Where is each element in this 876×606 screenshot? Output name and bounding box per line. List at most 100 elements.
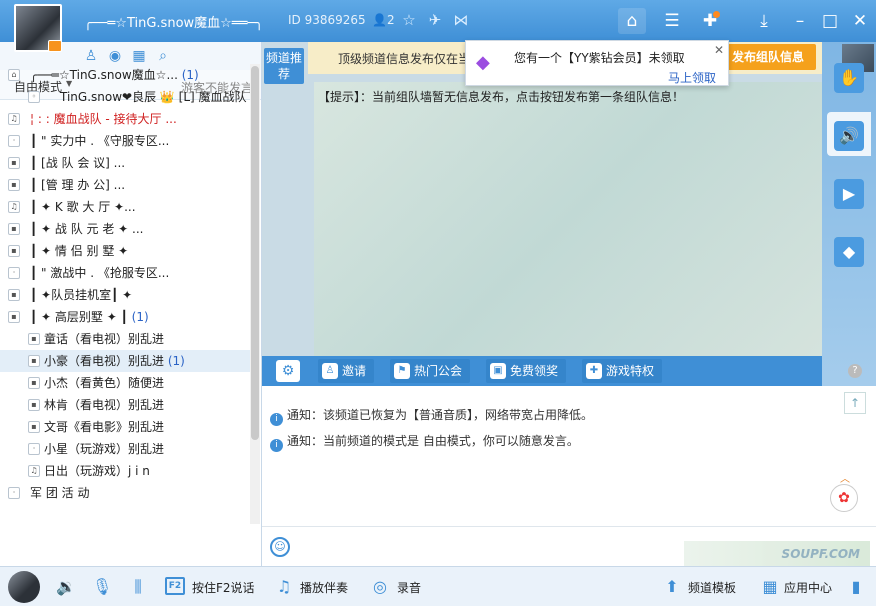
channel-name: 文哥《看电影》别乱进 [44,416,164,438]
gamepad-icon[interactable]: ✚ [696,8,724,34]
gamepad-icon: ✚ [586,363,602,379]
sound-button[interactable]: 🔊 [827,112,871,156]
invite-button[interactable]: ♙ 邀请 [318,359,375,383]
channel-name: ┃ ✦ 高层别墅 ✦ ┃ (1) [30,306,149,328]
team-board: 【提示】：当前组队墙暂无信息发布，点击按钮发布第一条组队信息！ [314,82,822,356]
action-toolbar: ⚙ ♙ 邀请 ⚑ 热门公会 ▣ 免费领奖 ✚ 游戏特权 [262,356,822,386]
channel-row[interactable]: ▪ ┃ [管 理 办 公] ... [0,174,250,196]
channel-row[interactable]: ♫ ¦ : : 魔血战队 - 接待大厅 ... [0,108,250,130]
info-icon: i [270,413,283,426]
channel-name-text: ┃ ✦ K 歌 大 厅 ✦... [30,200,136,214]
app-center-button[interactable]: 应用中心 [784,579,832,596]
download-icon[interactable]: ⤓ [750,8,778,34]
gem-icon: ◆ [834,237,864,267]
microphone-icon[interactable]: 🎙 [92,577,112,597]
diamond-icon: ◆ [476,52,490,73]
play-accompaniment-button[interactable]: 播放伴奏 [300,579,348,596]
channel-row[interactable]: ▪ ┃ ✦队员挂机室┃ ✦ [0,284,250,306]
chevron-up-icon[interactable]: ︿ [840,470,850,485]
channel-row[interactable]: ▪ 林肯（看电视）别乱进 [0,394,250,416]
channel-row[interactable]: · ┃ " 实力中 . 《守服专区... [0,130,250,152]
list-icon[interactable]: ☰ [658,8,686,34]
claim-link[interactable]: 马上领取 [668,69,716,86]
video-button[interactable]: ▶ [827,170,871,214]
user-name: ╭──═☆TinG.snow魔血☆══─╮ [84,16,264,31]
channel-row[interactable]: ▪ ┃ ✦ 战 队 元 老 ✦ ... [0,218,250,240]
flower-icon[interactable]: ✿ [830,484,858,512]
notice-text: 通知：当前频道的模式是 自由模式，你可以随意发言。 [287,434,579,448]
channel-name: ┃ ✦ 战 队 元 老 ✦ ... [30,218,143,240]
channel-lock-icon: ▪ [8,223,20,235]
channel-row[interactable]: ▪ 小杰（看黄色）随便进 [0,372,250,394]
speaker-icon[interactable]: 🔉 [56,577,76,597]
publish-team-button[interactable]: 发布组队信息 [720,44,816,70]
search-icon[interactable]: ⌕ [154,47,172,65]
handshake-button[interactable]: ✋ [827,54,871,98]
popup-message: 您有一个【YY紫钻会员】未领取 [514,51,685,65]
channel-name-text: ┃ ✦队员挂机室┃ ✦ [30,288,133,302]
hot-guild-button[interactable]: ⚑ 热门公会 [390,359,471,383]
channel-row[interactable]: ♫ ┃ ✦ K 歌 大 厅 ✦... [0,196,250,218]
channel-row[interactable]: · 小星（玩游戏）别乱进 [0,438,250,460]
notification-dot [713,11,720,18]
channel-name-text: ┃ ✦ 高层别墅 ✦ ┃ [30,310,128,324]
channel-name: ┃ ✦ 情 侣 别 墅 ✦ [30,240,128,262]
minimize-button[interactable]: – [786,8,814,34]
channel-lock-icon: ♫ [8,201,20,213]
emoji-icon[interactable]: ☺ [270,537,290,557]
channel-name-text: ┃ ✦ 情 侣 别 墅 ✦ [30,244,129,258]
user-icon[interactable]: ♙ [82,47,100,65]
template-icon: ⬆ [665,577,679,596]
channel-name: ╭──═☆TinG.snow魔血☆... (1) [30,64,199,86]
channel-recommend-button[interactable]: 频道推荐 [264,48,304,84]
channel-row[interactable]: ◦ TinG.snow❤良辰 👑 [L] 魔血战队 [0,86,250,108]
channel-name: 童话（看电视）别乱进 [44,328,164,350]
channel-template-button[interactable]: 频道模板 [688,579,736,596]
star-icon[interactable]: ☆ [400,11,418,29]
record-icon: ◎ [373,577,387,596]
scroll-top-button[interactable]: ↑ [844,392,866,414]
channel-row[interactable]: ▪ 文哥《看电影》别乱进 [0,416,250,438]
scroll-thumb[interactable] [251,66,259,440]
channel-lock-icon: ⌂ [8,69,20,81]
board-hint: 【提示】：当前组队墙暂无信息发布，点击按钮发布第一条组队信息！ [318,90,685,104]
help-icon[interactable]: ? [848,364,862,378]
gear-icon[interactable]: ⚙ [276,360,300,382]
channel-row[interactable]: · ┃ " 激战中 . 《抢服专区... [0,262,250,284]
channel-user-count: (1) [167,354,185,368]
channel-row[interactable]: ♫ 日出（玩游戏）j i n [0,460,250,482]
equalizer-icon[interactable]: ⫼ [128,577,148,597]
game-privilege-label: 游戏特权 [606,364,655,378]
location-icon[interactable]: ◉ [106,47,124,65]
channel-row[interactable]: ⌂ ╭──═☆TinG.snow魔血☆... (1) [0,64,250,86]
channel-row[interactable]: ▪ ┃ [战 队 会 议] ... [0,152,250,174]
diamond-button[interactable]: ◆ [827,228,871,272]
channel-row[interactable]: ▪ ┃ ✦ 情 侣 别 墅 ✦ [0,240,250,262]
push-to-talk-button[interactable]: 按住F2说话 [192,579,255,596]
online-count: 👤2 [372,13,395,27]
user-avatar[interactable] [14,4,62,52]
maximize-button[interactable]: □ [816,8,844,34]
chat-input-area[interactable]: ☺ SOUPF.COM [262,526,876,591]
channel-name: ┃ [管 理 办 公] ... [30,174,125,196]
channel-name-text: ╭──═☆TinG.snow魔血☆... [30,68,178,82]
channel-row[interactable]: · 军 团 活 动 [0,482,250,504]
channel-row[interactable]: ▪ 童话（看电视）别乱进 [0,328,250,350]
record-button[interactable]: 录音 [397,579,421,596]
tree-scrollbar[interactable] [250,64,260,524]
free-reward-button[interactable]: ▣ 免费领奖 [486,359,567,383]
self-avatar[interactable] [8,571,40,603]
channel-lock-icon: ▪ [28,333,40,345]
home-icon[interactable]: ⌂ [618,8,646,34]
close-button[interactable]: ✕ [846,8,874,34]
channel-lock-icon: ▪ [28,377,40,389]
plane-icon[interactable]: ✈ [426,11,444,29]
share-icon[interactable]: ⋈ [452,11,470,29]
game-privilege-button[interactable]: ✚ 游戏特权 [582,359,663,383]
channel-row[interactable]: ▪ 小豪（看电视）别乱进 (1) [0,350,250,372]
grid-icon[interactable]: ▦ [130,47,148,65]
channel-lock-icon: ▪ [8,245,20,257]
guild-icon: ⚑ [394,363,410,379]
close-icon[interactable]: ✕ [714,43,724,57]
channel-row[interactable]: ▪ ┃ ✦ 高层别墅 ✦ ┃ (1) [0,306,250,328]
